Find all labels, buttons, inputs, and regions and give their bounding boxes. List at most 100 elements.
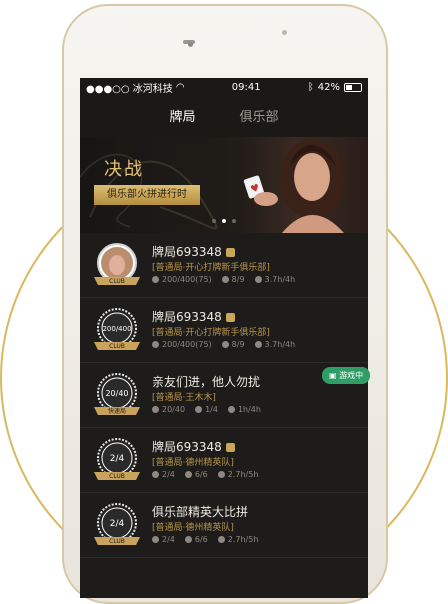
stakes-badge: 2/4 CLUB [94, 503, 140, 545]
game-list: CLUB 牌局693348 [普通局·开心打牌新手俱乐部] 200/400(75… [80, 233, 368, 558]
time-stat: 1h/4h [227, 405, 261, 414]
chip-icon [152, 536, 159, 543]
game-title: 亲友们进，他人勿扰 [152, 375, 261, 389]
time-stat: 3.7h/4h [254, 275, 296, 284]
badge-top-label: 2/4 [110, 454, 125, 464]
club-avatar-badge: CLUB [94, 243, 140, 285]
players-stat: 8/9 [221, 275, 245, 284]
carrier-label: ●●●○○ 冰河科技 [86, 84, 173, 95]
game-title: 牌局693348 [152, 438, 235, 455]
game-meta: 200/400(75) 8/9 3.7h/4h [152, 275, 295, 284]
game-subtitle: [普通局·德州精英队] [152, 458, 234, 468]
badge-bottom-label: CLUB [109, 278, 125, 285]
badge-bottom-label: CLUB [109, 343, 125, 350]
stakes-badge: 20/40 快速局 [94, 373, 140, 415]
clock-icon [227, 406, 235, 413]
chips-stat: 200/400(75) [152, 340, 212, 349]
players-stat: 6/6 [184, 535, 208, 544]
list-item[interactable]: 2/4 CLUB 俱乐部精英大比拼 [普通局·德州精英队] 2/4 6/6 2.… [80, 493, 368, 558]
chip-icon [152, 341, 159, 348]
chips-stat: 200/400(75) [152, 275, 212, 284]
badge-top-label: 200/400 [102, 325, 131, 333]
game-title-text: 牌局693348 [152, 310, 222, 324]
list-item[interactable]: CLUB 牌局693348 [普通局·开心打牌新手俱乐部] 200/400(75… [80, 233, 368, 298]
stakes-badge: 200/400 CLUB [94, 308, 140, 350]
banner-title: 决战 [104, 159, 144, 180]
tab-club[interactable]: 俱乐部 [240, 106, 279, 129]
user-icon [184, 471, 192, 478]
clock-icon [254, 276, 262, 283]
promo-banner[interactable]: 决战 俱乐部火拼进行时 ♥ [80, 137, 368, 233]
time-value: 3.7h/4h [264, 275, 296, 284]
game-meta: 20/40 1/4 1h/4h [152, 405, 261, 414]
game-title: 牌局693348 [152, 243, 235, 260]
user-icon [184, 536, 192, 543]
battery-percent: 42% [317, 82, 340, 93]
pager-dot[interactable] [232, 219, 236, 223]
game-meta: 2/4 6/6 2.7h/5h [152, 470, 258, 479]
user-icon [221, 341, 229, 348]
badge-top-label: 2/4 [110, 519, 125, 529]
players-value: 6/6 [194, 470, 208, 479]
time-value: 3.7h/4h [264, 340, 296, 349]
chips-value: 20/40 [162, 405, 186, 414]
status-time: 09:41 [231, 82, 261, 93]
wifi-icon: ◠ [175, 82, 185, 93]
chip-icon [152, 276, 159, 283]
phone-camera-dot [188, 42, 193, 47]
time-value: 1h/4h [237, 405, 261, 414]
battery-icon [343, 83, 362, 92]
game-meta: 200/400(75) 8/9 3.7h/4h [152, 340, 295, 349]
shield-icon [225, 313, 235, 322]
list-item[interactable]: 200/400 CLUB 牌局693348 [普通局·开心打牌新手俱乐部] 20… [80, 298, 368, 363]
players-value: 8/9 [231, 340, 245, 349]
bluetooth-icon: ᛒ [307, 82, 314, 93]
in-game-status-badge: ▣ 游戏中 [322, 367, 371, 384]
chip-icon [152, 406, 159, 413]
time-value: 2.7h/5h [227, 470, 259, 479]
status-label: 游戏中 [339, 371, 364, 380]
shield-icon [225, 248, 235, 257]
game-title: 牌局693348 [152, 308, 235, 325]
top-tabs: 牌局 俱乐部 [80, 97, 368, 139]
chips-value: 2/4 [162, 470, 175, 479]
game-subtitle: [普通局·德州精英队] [152, 523, 234, 533]
user-icon [221, 276, 229, 283]
banner-pager [80, 208, 368, 227]
clock-icon [254, 341, 262, 348]
players-value: 1/4 [205, 405, 218, 414]
game-subtitle: [普通局·开心打牌新手俱乐部] [152, 263, 270, 273]
time-stat: 2.7h/5h [217, 470, 259, 479]
chip-icon [152, 471, 159, 478]
players-value: 6/6 [194, 535, 208, 544]
app-screen: ●●●○○ 冰河科技 ◠ 09:41 ᛒ 42% 牌局 俱乐部 决战 俱乐部火拼… [80, 78, 368, 598]
stakes-badge: 2/4 CLUB [94, 438, 140, 480]
list-item[interactable]: 2/4 CLUB 牌局693348 [普通局·德州精英队] 2/4 6/6 2.… [80, 428, 368, 493]
game-title-text: 牌局693348 [152, 440, 222, 454]
badge-bottom-label: CLUB [109, 538, 125, 545]
game-meta: 2/4 6/6 2.7h/5h [152, 535, 258, 544]
players-value: 8/9 [231, 275, 245, 284]
status-bar: ●●●○○ 冰河科技 ◠ 09:41 ᛒ 42% [80, 78, 368, 97]
shield-icon [225, 443, 235, 452]
time-stat: 3.7h/4h [254, 340, 296, 349]
chips-value: 200/400(75) [162, 275, 212, 284]
banner-tag: 俱乐部火拼进行时 [94, 185, 200, 205]
time-value: 2.7h/5h [227, 535, 259, 544]
game-subtitle: [普通局·开心打牌新手俱乐部] [152, 328, 270, 338]
chips-stat: 20/40 [152, 405, 185, 414]
phone-sensor-dot [282, 30, 287, 35]
players-stat: 1/4 [195, 405, 218, 414]
chips-stat: 2/4 [152, 470, 175, 479]
clock-icon [217, 536, 225, 543]
game-title: 俱乐部精英大比拼 [152, 505, 249, 519]
chips-stat: 2/4 [152, 535, 175, 544]
players-stat: 6/6 [184, 470, 208, 479]
badge-bottom-label: CLUB [109, 473, 125, 480]
badge-bottom-label: 快速局 [108, 407, 126, 415]
pager-dot[interactable] [212, 219, 216, 223]
time-stat: 2.7h/5h [217, 535, 259, 544]
tab-games[interactable]: 牌局 [169, 106, 196, 139]
chips-value: 200/400(75) [162, 340, 212, 349]
pager-dot-active[interactable] [222, 219, 226, 223]
